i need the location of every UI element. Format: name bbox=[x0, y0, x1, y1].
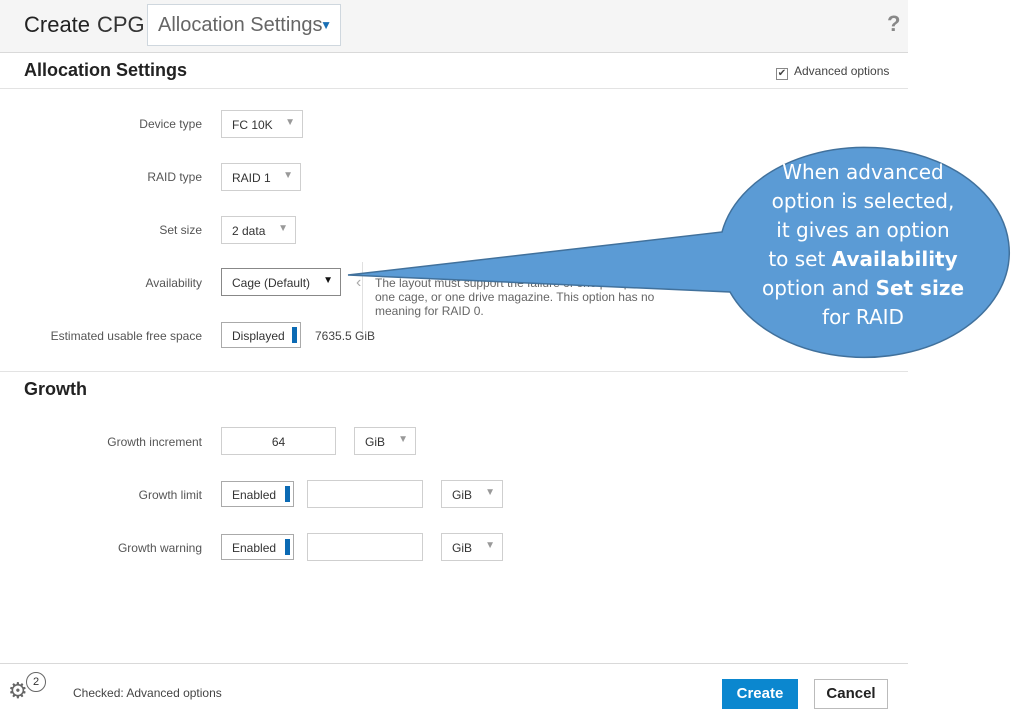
help-icon[interactable]: ? bbox=[887, 11, 900, 37]
growth-heading: Growth bbox=[24, 379, 87, 399]
toggle-indicator bbox=[285, 486, 290, 502]
raid-type-dropdown[interactable]: RAID 1 ▼ bbox=[221, 163, 301, 191]
availability-help-text: The layout must support the failure of o… bbox=[375, 276, 655, 318]
status-text: Checked: Advanced options bbox=[73, 686, 222, 700]
cancel-button[interactable]: Cancel bbox=[814, 679, 888, 709]
advanced-options-label: Advanced options bbox=[794, 64, 890, 78]
notification-badge: 2 bbox=[26, 672, 46, 692]
free-space-toggle-label: Displayed bbox=[232, 329, 285, 343]
section-selector-value: Allocation Settings bbox=[158, 14, 323, 36]
growth-increment-unit-dropdown[interactable]: GiB ▼ bbox=[354, 427, 416, 455]
growth-limit-unit: GiB bbox=[452, 488, 473, 502]
set-size-label: Set size bbox=[159, 223, 202, 237]
callout-text-part: to set bbox=[768, 247, 832, 271]
callout-line: option and Set size bbox=[747, 274, 979, 303]
growth-section-header: Growth bbox=[0, 372, 908, 408]
toggle-indicator bbox=[285, 539, 290, 555]
allocation-heading: Allocation Settings bbox=[24, 60, 188, 80]
callout-bold-availability: Availability bbox=[831, 247, 958, 271]
availability-dropdown[interactable]: Cage (Default) ▼ bbox=[221, 268, 341, 296]
section-selector[interactable]: Allocation Settings ▼ bbox=[147, 4, 341, 46]
device-type-label: Device type bbox=[139, 117, 202, 131]
growth-warning-input[interactable] bbox=[307, 533, 423, 561]
dialog-header: Create CPG Allocation Settings ▼ ? bbox=[0, 0, 908, 53]
device-type-dropdown[interactable]: FC 10K ▼ bbox=[221, 110, 303, 138]
divider bbox=[0, 88, 908, 89]
create-button[interactable]: Create bbox=[722, 679, 798, 709]
growth-warning-toggle-label: Enabled bbox=[232, 541, 277, 555]
device-type-value: FC 10K bbox=[232, 118, 273, 132]
callout-bold-set-size: Set size bbox=[875, 276, 965, 300]
growth-limit-toggle-label: Enabled bbox=[232, 488, 277, 502]
chevron-down-icon: ▼ bbox=[283, 170, 293, 181]
chevron-down-icon: ▼ bbox=[285, 117, 295, 128]
callout-line: option is selected, bbox=[771, 189, 955, 213]
chevron-down-icon: ▼ bbox=[278, 223, 288, 234]
growth-warning-unit: GiB bbox=[452, 541, 473, 555]
dialog-title-cpg: CPG bbox=[97, 12, 145, 37]
growth-warning-toggle[interactable]: Enabled bbox=[221, 534, 294, 560]
callout-text-part: option and bbox=[761, 276, 876, 300]
free-space-label: Estimated usable free space bbox=[50, 329, 202, 343]
callout-line: When advanced bbox=[782, 160, 944, 184]
callout-line: for RAID bbox=[822, 305, 904, 329]
chevron-down-icon: ▼ bbox=[485, 487, 495, 498]
growth-increment-unit: GiB bbox=[365, 435, 386, 449]
free-space-toggle[interactable]: Displayed bbox=[221, 322, 301, 348]
availability-value: Cage (Default) bbox=[232, 276, 311, 290]
create-cpg-dialog: Create CPG Allocation Settings ▼ ? Alloc… bbox=[0, 0, 908, 717]
set-size-value: 2 data bbox=[232, 224, 266, 238]
growth-increment-label: Growth increment bbox=[107, 435, 202, 449]
growth-warning-label: Growth warning bbox=[117, 541, 202, 555]
chevron-left-icon: ‹ bbox=[356, 274, 362, 291]
chevron-down-icon: ▼ bbox=[320, 18, 332, 32]
advanced-options-checkbox[interactable]: ✔ Advanced options bbox=[776, 64, 889, 80]
availability-help-tooltip: ‹ The layout must support the failure of… bbox=[356, 262, 693, 332]
callout-text: When advanced option is selected, it giv… bbox=[747, 158, 979, 332]
callout-line: to set Availability bbox=[747, 245, 979, 274]
toggle-indicator bbox=[292, 327, 297, 343]
free-space-value: 7635.5 GiB bbox=[315, 329, 376, 343]
checkmark-icon: ✔ bbox=[776, 68, 788, 80]
growth-limit-unit-dropdown[interactable]: GiB ▼ bbox=[441, 480, 503, 508]
growth-limit-toggle[interactable]: Enabled bbox=[221, 481, 294, 507]
chevron-down-icon: ▼ bbox=[323, 275, 333, 286]
dialog-title-create: Create bbox=[24, 12, 91, 37]
allocation-section-header: Allocation Settings bbox=[0, 52, 908, 88]
availability-label: Availability bbox=[145, 276, 202, 290]
growth-warning-unit-dropdown[interactable]: GiB ▼ bbox=[441, 533, 503, 561]
dialog-footer: ⚙ 2 Checked: Advanced options Create Can… bbox=[0, 663, 908, 717]
growth-limit-label: Growth limit bbox=[138, 488, 202, 502]
gear-icon[interactable]: ⚙ bbox=[8, 678, 28, 704]
growth-limit-input[interactable] bbox=[307, 480, 423, 508]
set-size-dropdown[interactable]: 2 data ▼ bbox=[221, 216, 296, 244]
growth-increment-value: 64 bbox=[271, 435, 286, 449]
raid-type-value: RAID 1 bbox=[232, 171, 271, 185]
callout-line: it gives an option bbox=[776, 218, 950, 242]
chevron-down-icon: ▼ bbox=[398, 434, 408, 445]
raid-type-label: RAID type bbox=[147, 170, 202, 184]
growth-increment-input[interactable]: 64 bbox=[221, 427, 336, 455]
chevron-down-icon: ▼ bbox=[485, 540, 495, 551]
